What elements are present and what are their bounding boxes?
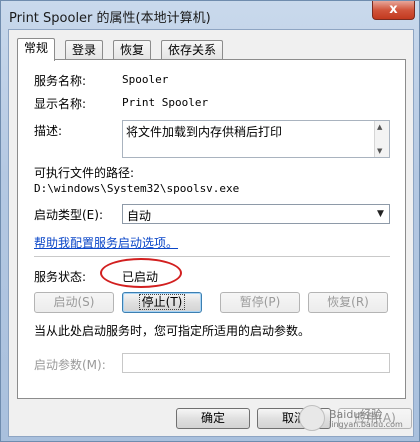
resume-button[interactable]: 恢复(R) <box>308 292 388 313</box>
description-box[interactable]: 将文件加载到内存供稍后打印 ▲ ▼ <box>122 120 390 158</box>
startup-type-label: 启动类型(E): <box>34 208 103 222</box>
pause-button[interactable]: 暂停(P) <box>220 292 300 313</box>
description-text: 将文件加载到内存供稍后打印 <box>126 125 283 139</box>
scroll-down-icon[interactable]: ▼ <box>377 147 382 155</box>
service-status-label: 服务状态: <box>34 270 87 284</box>
service-name-label: 服务名称: <box>34 74 87 88</box>
paw-icon <box>299 405 325 431</box>
dialog-client: 常规 登录 恢复 依存关系 服务名称: Spooler 显示名称: Print … <box>8 29 414 437</box>
divider <box>34 256 390 257</box>
stop-button[interactable]: 停止(T) <box>122 292 202 313</box>
startup-type-value: 自动 <box>127 209 152 223</box>
start-button[interactable]: 启动(S) <box>34 292 114 313</box>
exe-path-label: 可执行文件的路径: <box>34 166 135 180</box>
tab-dependencies[interactable]: 依存关系 <box>161 40 224 60</box>
start-params-label: 启动参数(M): <box>34 358 106 372</box>
window-frame: Print Spooler 的属性(本地计算机) x 常规 登录 恢复 依存关系… <box>0 0 420 442</box>
display-name-label: 显示名称: <box>34 97 87 111</box>
start-params-input[interactable] <box>122 353 390 373</box>
chevron-down-icon[interactable]: ▼ <box>372 205 389 223</box>
tab-logon[interactable]: 登录 <box>65 40 104 60</box>
window-title: Print Spooler 的属性(本地计算机) <box>9 11 211 26</box>
watermark-domain: jingyan.baidu.com <box>329 420 403 429</box>
exe-path-value: D:\windows\System32\spoolsv.exe <box>34 182 240 195</box>
service-name-value: Spooler <box>122 73 169 86</box>
close-icon: x <box>389 2 398 17</box>
tab-recovery[interactable]: 恢复 <box>113 40 152 60</box>
close-button[interactable]: x <box>372 1 415 20</box>
startup-type-select[interactable]: 自动 ▼ <box>122 204 390 224</box>
ok-button[interactable]: 确定 <box>176 408 250 429</box>
help-link[interactable]: 帮助我配置服务启动选项。 <box>34 234 178 251</box>
scroll-up-icon[interactable]: ▲ <box>377 123 382 131</box>
highlight-ellipse <box>100 258 182 288</box>
stop-button-label: 停止(T) <box>138 294 186 310</box>
start-params-hint: 当从此处启动服务时，您可指定所适用的启动参数。 <box>34 324 311 338</box>
description-scrollbar[interactable]: ▲ ▼ <box>374 121 389 157</box>
display-name-value: Print Spooler <box>122 96 209 109</box>
title-bar[interactable]: Print Spooler 的属性(本地计算机) x <box>1 1 420 29</box>
tab-general[interactable]: 常规 <box>17 38 56 61</box>
general-panel: 服务名称: Spooler 显示名称: Print Spooler 描述: 将文… <box>17 59 406 399</box>
description-label: 描述: <box>34 124 63 138</box>
baidu-watermark: Baidu经验 jingyan.baidu.com <box>299 404 407 432</box>
